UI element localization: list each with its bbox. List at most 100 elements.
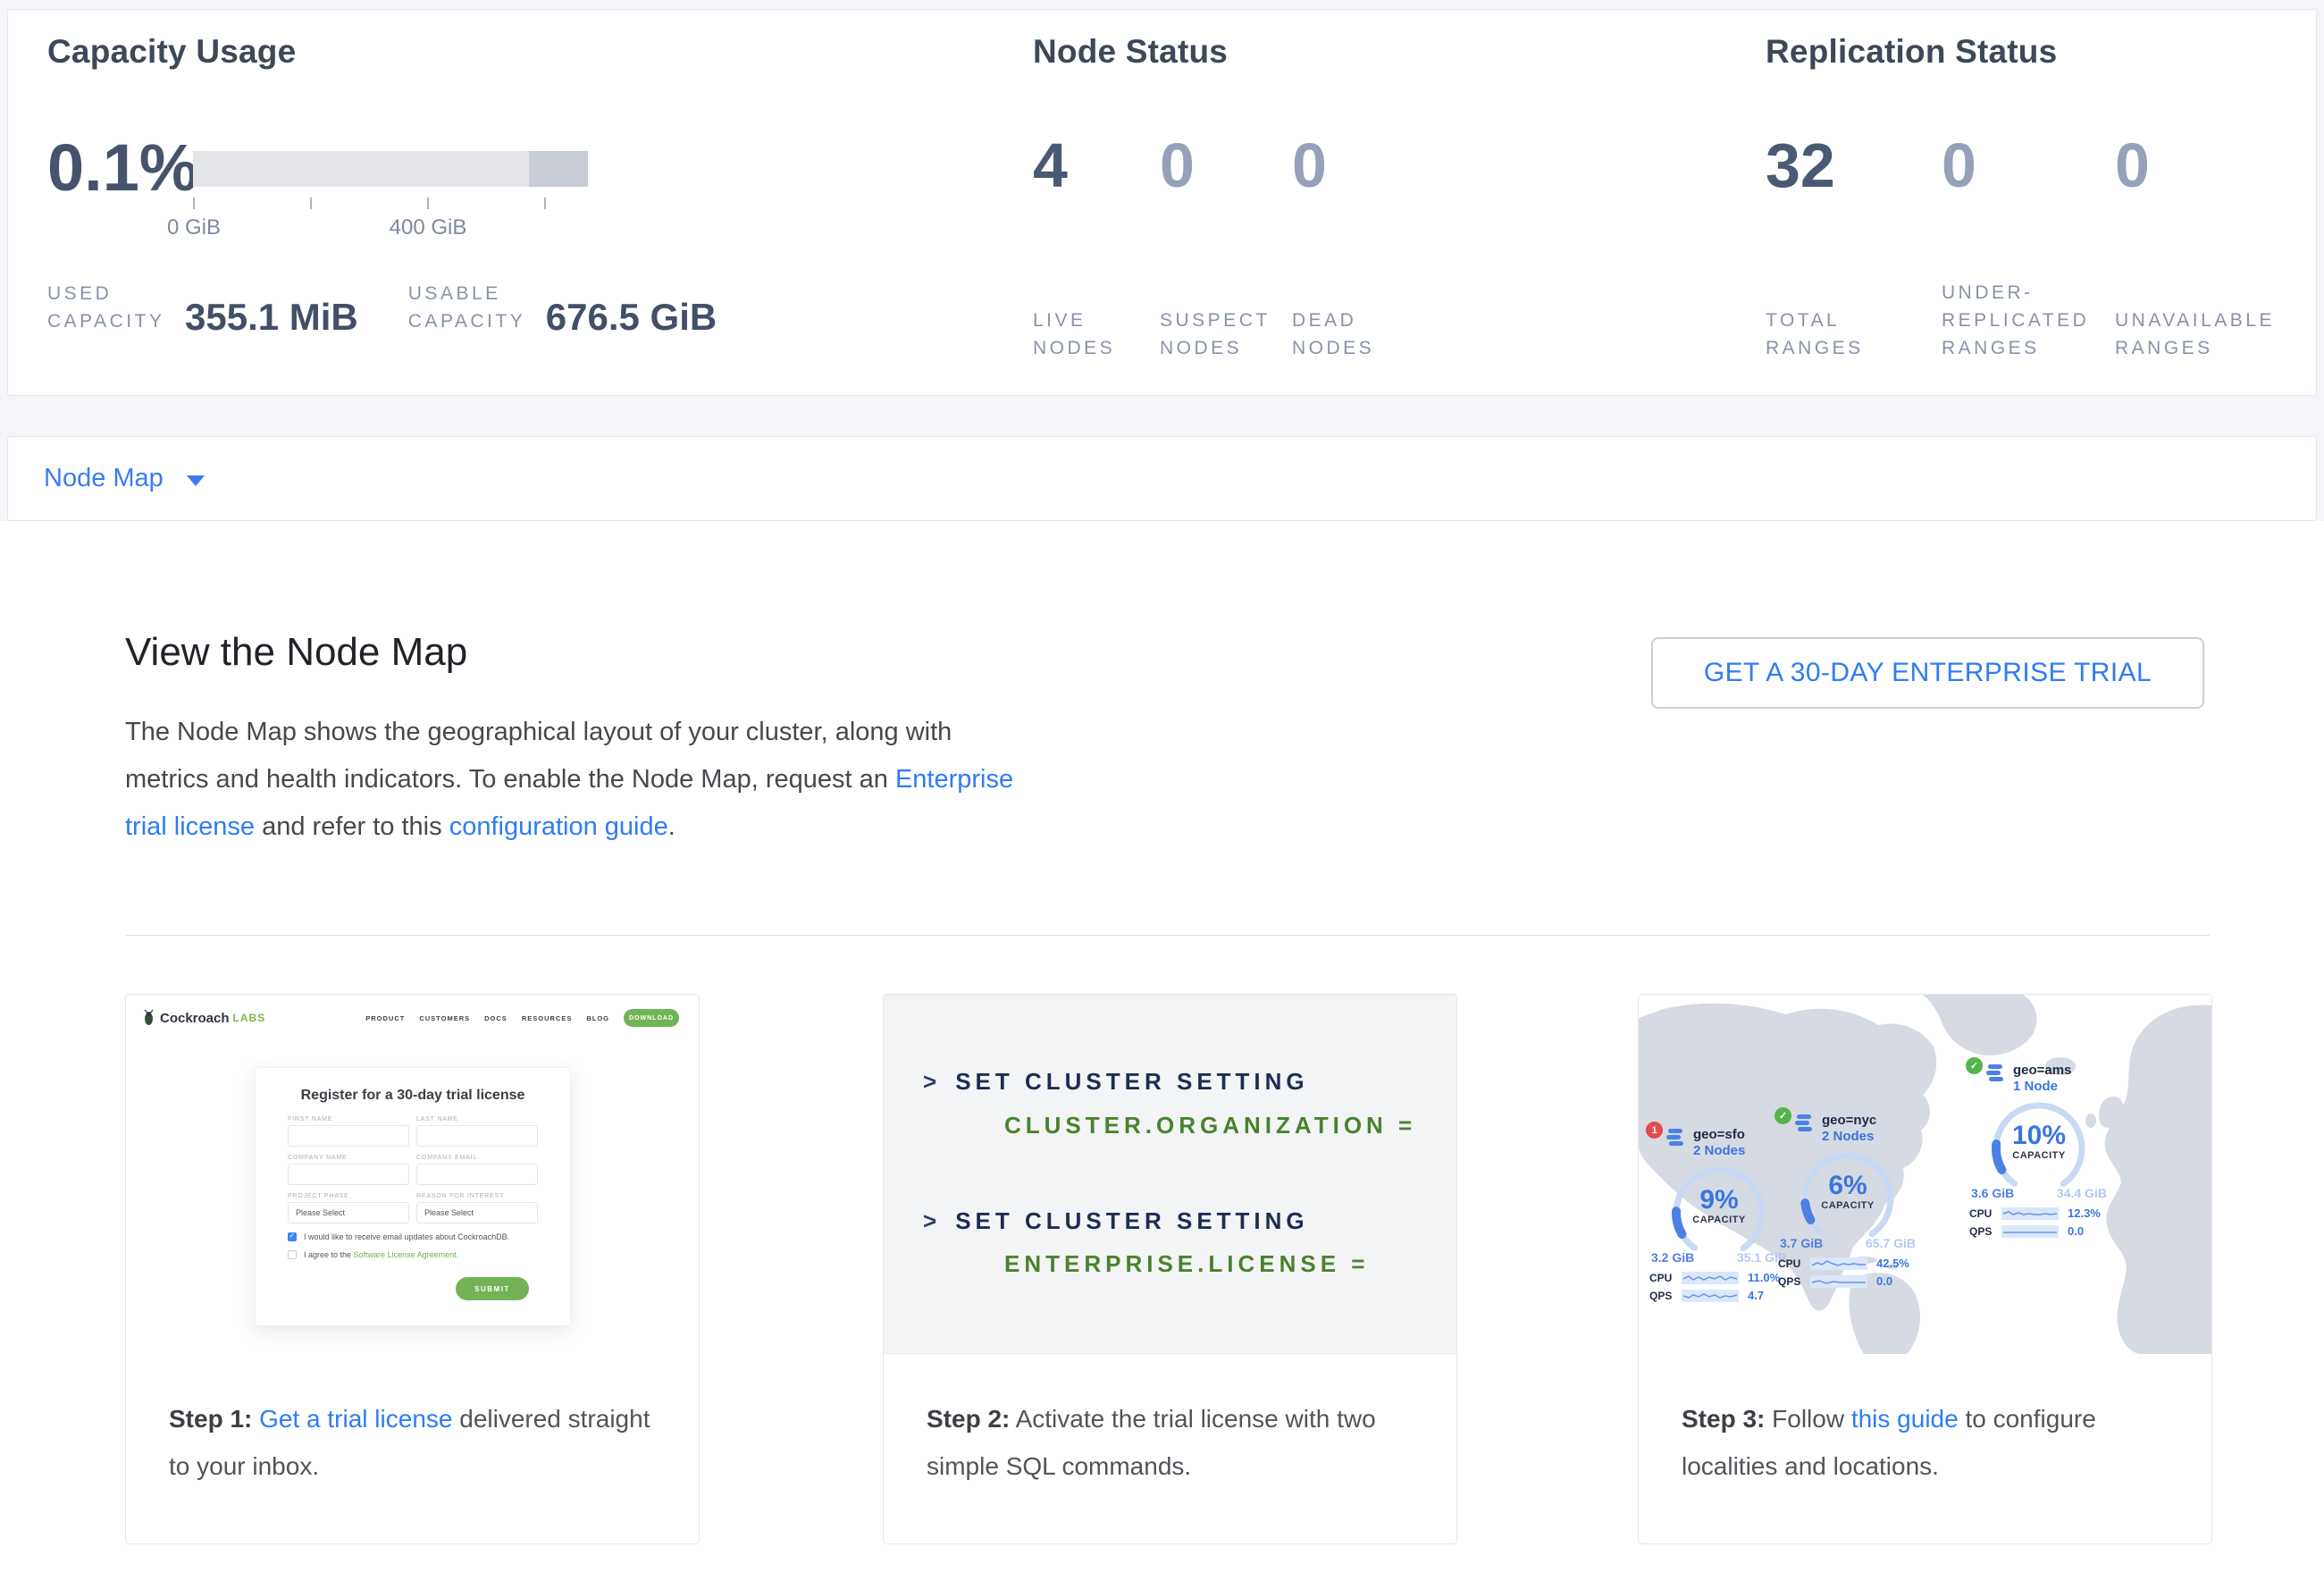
get-enterprise-trial-button[interactable]: GET A 30-DAY ENTERPRISE TRIAL xyxy=(1651,637,2204,709)
download-button: DOWNLOAD xyxy=(624,1009,679,1027)
unavailable-ranges-value: 0 xyxy=(2115,130,2294,201)
sql-setting-name: CLUSTER.ORGANIZATION = xyxy=(1004,1112,1416,1139)
axis-tick xyxy=(427,198,429,209)
qps-value: 0.0 xyxy=(2068,1224,2084,1238)
divider xyxy=(125,935,2210,936)
locality-name: geo=nyc xyxy=(1822,1113,1876,1129)
project-phase-select: Please Select xyxy=(288,1202,409,1223)
caption-text: Follow xyxy=(1765,1405,1850,1433)
unavailable-ranges-label: UNAVAILABLE RANGES xyxy=(2115,307,2294,362)
get-trial-license-link[interactable]: Get a trial license xyxy=(259,1405,452,1433)
field-label: FIRST NAME xyxy=(288,1116,409,1122)
cpu-sparkline xyxy=(1682,1272,1739,1284)
capacity-gauge: 10% CAPACITY 3.6 GiB 34.4 GiB xyxy=(1985,1095,2093,1202)
step-label: Step 2: xyxy=(927,1405,1010,1433)
healthy-check-icon: ✓ xyxy=(1774,1107,1791,1124)
usable-capacity-value: 676.5 GiB xyxy=(546,299,717,335)
dead-nodes-value: 0 xyxy=(1292,130,1435,201)
cpu-value: 42.5% xyxy=(1876,1257,1909,1270)
enterprise-trial-license-link[interactable]: trial license xyxy=(125,812,255,841)
cpu-sparkline xyxy=(1810,1257,1867,1270)
capacity-total-value: 34.4 GiB xyxy=(2057,1186,2107,1200)
company-email-field xyxy=(416,1164,538,1185)
checkbox-label-text: I agree to the xyxy=(304,1250,354,1259)
locality-node-count: 2 Nodes xyxy=(1693,1143,1745,1159)
capacity-usage-title: Capacity Usage xyxy=(47,33,986,71)
nav-item: BLOG xyxy=(586,1014,609,1022)
email-updates-checkbox xyxy=(288,1232,297,1241)
cockroach-labs-logo: Cockroach LABS xyxy=(142,1009,265,1027)
capacity-gauge: 9% CAPACITY 3.2 GiB 35.1 GiB xyxy=(1665,1159,1773,1266)
capacity-used-value: 3.2 GiB xyxy=(1651,1250,1694,1265)
description-text: The Node Map shows the geographical layo… xyxy=(125,718,952,746)
cpu-value: 12.3% xyxy=(2068,1206,2101,1220)
brand-suffix: LABS xyxy=(233,1012,266,1024)
axis-tick xyxy=(193,198,195,209)
first-name-field xyxy=(288,1125,409,1147)
dead-nodes-stat: 0 DEAD NODES xyxy=(1292,130,1435,362)
live-nodes-value: 4 xyxy=(1033,130,1160,201)
license-agreement-checkbox xyxy=(288,1250,297,1259)
qps-label: QPS xyxy=(1969,1225,2001,1238)
capacity-gauge: 6% CAPACITY 3.7 GiB 65.7 GiB xyxy=(1794,1145,1901,1252)
step-label: Step 1: xyxy=(169,1405,252,1433)
mini-site-navbar: Cockroach LABS PRODUCT CUSTOMERS DOCS RE… xyxy=(126,995,699,1027)
page-title: View the Node Map xyxy=(125,630,467,675)
chevron-down-icon xyxy=(187,475,205,486)
axis-tick-label: 0 GiB xyxy=(140,215,248,240)
total-ranges-label: TOTAL RANGES xyxy=(1766,307,1900,362)
caption-text xyxy=(252,1405,259,1433)
map-marker-ams: ✓ geo=ams 1 Node 10% xyxy=(1966,1063,2112,1238)
capacity-percent: 10% xyxy=(1985,1122,2093,1150)
step-2-card: > SET CLUSTER SETTING CLUSTER.ORGANIZATIO… xyxy=(883,994,1457,1544)
suspect-nodes-value: 0 xyxy=(1160,130,1292,201)
field-label: REASON FOR INTEREST xyxy=(416,1193,538,1199)
step-2-caption: Step 2: Activate the trial license with … xyxy=(884,1354,1456,1490)
form-title: Register for a 30-day trial license xyxy=(288,1088,538,1104)
total-ranges-stat: 32 TOTAL RANGES xyxy=(1766,130,1942,362)
qps-value: 0.0 xyxy=(1876,1274,1892,1288)
nav-item: PRODUCT xyxy=(365,1014,405,1022)
view-selector-bar: Node Map xyxy=(7,436,2317,521)
step-label: Step 3: xyxy=(1682,1405,1765,1433)
capacity-percent: 6% xyxy=(1794,1172,1901,1200)
trial-form-screenshot: Cockroach LABS PRODUCT CUSTOMERS DOCS RE… xyxy=(126,995,699,1354)
capacity-label: CAPACITY xyxy=(1794,1200,1901,1211)
node-map-description: The Node Map shows the geographical layo… xyxy=(125,709,1108,851)
usable-capacity-label: USABLE CAPACITY xyxy=(408,280,533,335)
locality-name: geo=sfo xyxy=(1693,1127,1745,1143)
configuration-guide-link[interactable]: configuration guide xyxy=(449,812,668,841)
capacity-bar-reserved-segment xyxy=(529,151,588,187)
capacity-used-value: 3.7 GiB xyxy=(1780,1236,1823,1250)
healthy-check-icon: ✓ xyxy=(1966,1057,1983,1074)
qps-value: 4.7 xyxy=(1748,1289,1764,1302)
field-label: PROJECT PHASE xyxy=(288,1193,409,1199)
locality-node-count: 2 Nodes xyxy=(1822,1129,1876,1145)
used-capacity-label: USED CAPACITY xyxy=(47,280,172,335)
sql-command: SET CLUSTER SETTING xyxy=(955,1068,1308,1095)
checkbox-label: I agree to the Software License Agreemen… xyxy=(304,1250,458,1259)
main-content: View the Node Map The Node Map shows the… xyxy=(0,521,2324,1589)
this-guide-link[interactable]: this guide xyxy=(1851,1405,1959,1433)
capacity-used-percent: 0.1% xyxy=(47,130,198,206)
node-status-title: Node Status xyxy=(1033,33,1533,71)
field-label: LAST NAME xyxy=(416,1116,538,1122)
node-map-dropdown[interactable]: Node Map xyxy=(44,464,205,493)
under-replicated-ranges-value: 0 xyxy=(1942,130,2115,201)
capacity-usage-bar xyxy=(193,151,588,187)
nav-item: CUSTOMERS xyxy=(419,1014,470,1022)
field-label: COMPANY EMAIL xyxy=(416,1155,538,1161)
sql-commands-figure: > SET CLUSTER SETTING CLUSTER.ORGANIZATIO… xyxy=(884,995,1456,1354)
cluster-summary-panel: Capacity Usage 0.1% 0 GiB 400 GiB USED C… xyxy=(7,9,2317,396)
enterprise-trial-license-link[interactable]: Enterprise xyxy=(895,765,1013,794)
axis-tick xyxy=(310,198,312,209)
qps-sparkline xyxy=(1810,1275,1867,1288)
description-text: and refer to this xyxy=(255,812,449,841)
live-nodes-label: LIVE NODES xyxy=(1033,307,1158,362)
cockroach-bug-icon xyxy=(142,1009,155,1027)
cpu-label: CPU xyxy=(1778,1257,1810,1270)
nav-item: RESOURCES xyxy=(522,1014,573,1022)
reason-for-interest-select: Please Select xyxy=(416,1202,538,1223)
sql-prompt: > xyxy=(923,1207,941,1234)
under-replicated-ranges-label: UNDER-REPLICATED RANGES xyxy=(1942,279,2111,362)
